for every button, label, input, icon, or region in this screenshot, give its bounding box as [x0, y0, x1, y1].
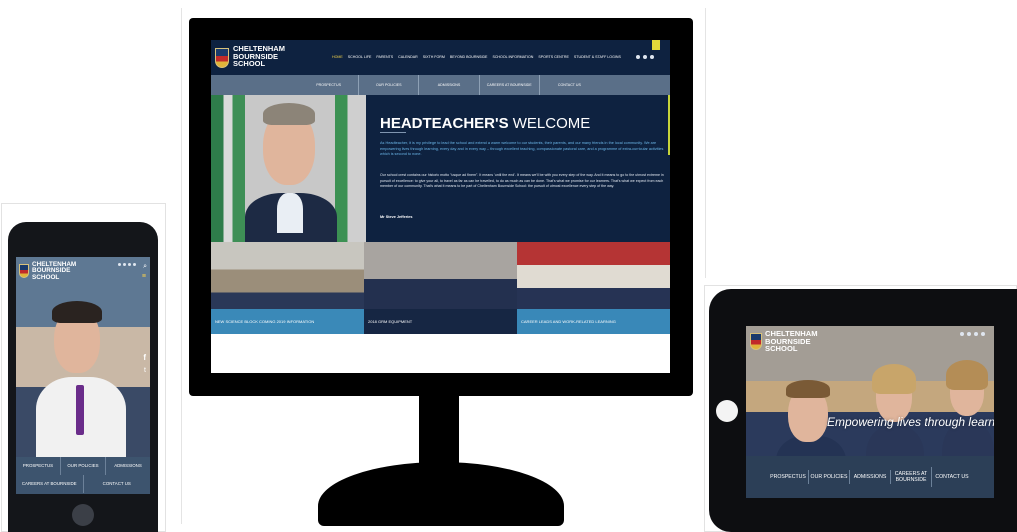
social-icon[interactable]: [643, 55, 647, 59]
facebook-icon[interactable]: f: [143, 353, 146, 362]
social-icon[interactable]: [133, 263, 136, 266]
nav-item-sixth-form[interactable]: SIXTH FORM: [423, 55, 445, 59]
social-icon[interactable]: [974, 332, 978, 336]
headteacher-signature: Mr Steve Jefferies: [380, 215, 413, 219]
welcome-intro: As Headteacher, it is my privilege to le…: [380, 141, 664, 157]
subnav-careers[interactable]: CAREERS AT BOURNSIDE: [480, 75, 540, 95]
mobile-phone: CHELTENHAM BOURNSIDE SCHOOL ⌕ ≡ f t PROS…: [8, 222, 158, 532]
welcome-title: HEADTEACHER'S WELCOME: [380, 115, 590, 132]
nav-careers[interactable]: CAREERS AT BOURNSIDE: [891, 467, 932, 487]
social-icon[interactable]: [967, 332, 971, 336]
nav-admissions[interactable]: ADMISSIONS: [106, 457, 150, 475]
nav-item-school-life[interactable]: SCHOOL LIFE: [348, 55, 372, 59]
feature-panel[interactable]: CAREER LEADS AND WORK-RELATED LEARNING: [517, 242, 670, 334]
accent-bar: [668, 95, 670, 155]
nav-item-school-information[interactable]: SCHOOL INFORMATION: [492, 55, 533, 59]
tablet-screen: CHELTENHAM BOURNSIDE SCHOOL Empowering l…: [746, 326, 994, 498]
monitor-stand-neck: [419, 396, 459, 468]
main-nav: HOME SCHOOL LIFE PARENTS CALENDAR SIXTH …: [332, 55, 621, 59]
student-photo: [16, 257, 150, 457]
desktop-screen: CHELTENHAM BOURNSIDE SCHOOL HOME SCHOOL …: [211, 40, 670, 373]
nav-contact-us[interactable]: CONTACT US: [932, 470, 972, 484]
social-icon[interactable]: [118, 263, 121, 266]
monitor-stand-base: [318, 462, 564, 526]
logo-line: SCHOOL: [765, 344, 798, 354]
nav-item-logins[interactable]: STUDENT & STAFF LOGINS: [574, 55, 621, 59]
subnav-our-policies[interactable]: OUR POLICIES: [359, 75, 420, 95]
welcome-title-light: WELCOME: [512, 115, 591, 132]
school-crest-icon: [750, 333, 762, 350]
phone-nav-row: PROSPECTUS OUR POLICIES ADMISSIONS: [16, 457, 150, 475]
nav-contact-us[interactable]: CONTACT US: [84, 475, 151, 493]
phone-nav-row: CAREERS AT BOURNSIDE CONTACT US: [16, 475, 150, 493]
desktop-header: CHELTENHAM BOURNSIDE SCHOOL HOME SCHOOL …: [211, 40, 670, 75]
nav-item-sports-centre[interactable]: SPORTS CENTRE: [538, 55, 569, 59]
social-icon[interactable]: [128, 263, 131, 266]
desktop-monitor: CHELTENHAM BOURNSIDE SCHOOL HOME SCHOOL …: [189, 18, 693, 396]
feature-caption[interactable]: 2018 GRM EQUIPMENT: [364, 309, 517, 334]
divider: [181, 8, 182, 524]
nav-admissions[interactable]: ADMISSIONS: [850, 470, 891, 484]
tablet: CHELTENHAM BOURNSIDE SCHOOL Empowering l…: [709, 289, 1017, 532]
nav-our-policies[interactable]: OUR POLICIES: [809, 470, 850, 484]
twitter-icon[interactable]: t: [144, 367, 146, 374]
feature-panel[interactable]: 2018 GRM EQUIPMENT: [364, 242, 517, 334]
logo-line: SCHOOL: [233, 59, 266, 68]
divider: [705, 8, 706, 278]
nav-item-calendar[interactable]: CALENDAR: [398, 55, 418, 59]
social-icon[interactable]: [636, 55, 640, 59]
school-logo[interactable]: CHELTENHAM BOURNSIDE SCHOOL: [215, 45, 285, 68]
nav-item-parents[interactable]: PARENTS: [376, 55, 393, 59]
phone-screen: CHELTENHAM BOURNSIDE SCHOOL ⌕ ≡ f t PROS…: [16, 257, 150, 494]
social-icon[interactable]: [123, 263, 126, 266]
phone-nav: PROSPECTUS OUR POLICIES ADMISSIONS CAREE…: [16, 457, 150, 494]
school-logo[interactable]: CHELTENHAM BOURNSIDE SCHOOL: [19, 261, 76, 281]
school-logo[interactable]: CHELTENHAM BOURNSIDE SCHOOL: [750, 330, 818, 353]
social-icon[interactable]: [960, 332, 964, 336]
subnav-admissions[interactable]: ADMISSIONS: [419, 75, 480, 95]
feature-caption[interactable]: NEW SCIENCE BLOCK COMING 2019 INFORMATIO…: [211, 309, 364, 334]
search-icon[interactable]: ⌕: [143, 263, 147, 271]
header-icons: [960, 332, 985, 336]
welcome-panel: HEADTEACHER'S WELCOME As Headteacher, it…: [366, 95, 670, 242]
menu-icon[interactable]: ≡: [142, 273, 146, 280]
device-mockup-stage: CHELTENHAM BOURNSIDE SCHOOL HOME SCHOOL …: [0, 0, 1017, 532]
welcome-title-bold: HEADTEACHER'S: [380, 115, 509, 132]
language-tab[interactable]: [652, 40, 660, 50]
nav-prospectus[interactable]: PROSPECTUS: [16, 457, 61, 475]
subnav: PROSPECTUS OUR POLICIES ADMISSIONS CAREE…: [299, 75, 599, 95]
header-icons: [636, 55, 654, 59]
subnav-prospectus[interactable]: PROSPECTUS: [299, 75, 360, 95]
welcome-body: Our school crest contains our historic m…: [380, 173, 664, 189]
school-crest-icon: [19, 264, 29, 278]
school-crest-icon: [215, 48, 229, 68]
tablet-nav: PROSPECTUS OUR POLICIES ADMISSIONS CAREE…: [746, 456, 994, 498]
feature-caption[interactable]: CAREER LEADS AND WORK-RELATED LEARNING: [517, 309, 670, 334]
feature-panels: NEW SCIENCE BLOCK COMING 2019 INFORMATIO…: [211, 242, 670, 334]
search-icon[interactable]: [981, 332, 985, 336]
subnav-contact-us[interactable]: CONTACT US: [540, 75, 599, 95]
logo-line: SCHOOL: [32, 273, 60, 281]
nav-item-home[interactable]: HOME: [332, 55, 343, 59]
feature-panel[interactable]: NEW SCIENCE BLOCK COMING 2019 INFORMATIO…: [211, 242, 364, 334]
nav-item-beyond-bournside[interactable]: BEYOND BOURNSIDE: [450, 55, 488, 59]
header-icons: [118, 263, 136, 266]
nav-careers[interactable]: CAREERS AT BOURNSIDE: [16, 475, 84, 493]
title-rule: [380, 132, 406, 133]
hero-tagline: Empowering lives through learnin: [827, 415, 994, 429]
home-button-icon[interactable]: [716, 400, 738, 422]
headteacher-photo: [211, 95, 366, 242]
search-icon[interactable]: [650, 55, 654, 59]
home-button-icon[interactable]: [72, 504, 94, 526]
nav-our-policies[interactable]: OUR POLICIES: [61, 457, 106, 475]
nav-prospectus[interactable]: PROSPECTUS: [768, 470, 809, 484]
